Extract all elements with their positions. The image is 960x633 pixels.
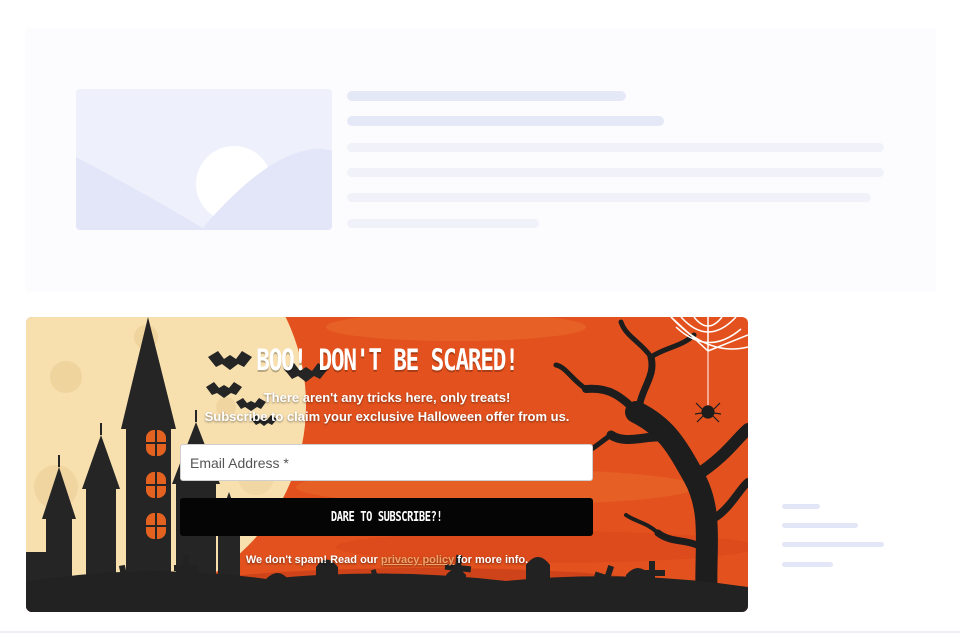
popup-subtext-line2: Subscribe to claim your exclusive Hallow… [204,409,570,424]
skeleton-image-placeholder [76,89,332,230]
skeleton-text-line [347,193,871,202]
spiderweb-icon [670,317,748,352]
disclaimer-prefix: We don't spam! Read our [245,554,378,566]
subscribe-button[interactable]: DARE TO SUBSCRIBE?! [180,498,593,536]
skeleton-text-line [347,219,539,228]
popup-disclaimer: We don't spam! Read our privacy policy f… [26,554,748,566]
skeleton-side-line [782,542,884,547]
skeleton-side-line [782,504,820,509]
popup-headline: BOO! DON'T BE SCARED! [256,343,519,377]
skeleton-side-line [782,562,833,567]
disclaimer-suffix: for more info. [457,554,529,566]
skeleton-subtitle-line [347,116,664,126]
skeleton-side-line [782,523,858,528]
popup-subtext-line1: There aren't any tricks here, only treat… [263,390,511,405]
skeleton-text-line [347,168,884,177]
skeleton-text-line [347,143,884,152]
skeleton-title-line [347,91,626,101]
image-placeholder-icon [76,146,332,230]
privacy-policy-link[interactable]: privacy policy [381,554,454,566]
subscribe-button-label: DARE TO SUBSCRIBE?! [330,509,443,525]
halloween-subscribe-popup: BOO! DON'T BE SCARED! There aren't any t… [26,317,748,612]
email-field[interactable] [180,444,593,481]
